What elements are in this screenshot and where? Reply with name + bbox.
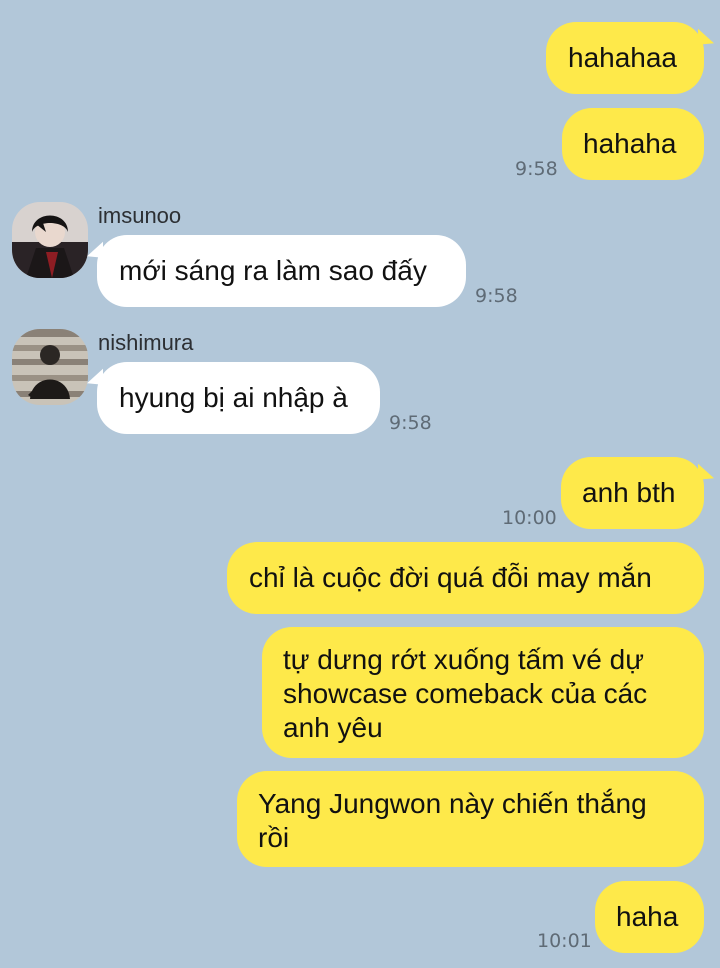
their-message-bubble[interactable]: hyung bị ai nhập à bbox=[97, 362, 380, 434]
sender-name: imsunoo bbox=[98, 203, 182, 228]
my-message-bubble[interactable]: chỉ là cuộc đời quá đỗi may mắn bbox=[227, 542, 704, 614]
message-timestamp: 9:58 bbox=[515, 158, 558, 180]
avatar[interactable] bbox=[12, 329, 88, 405]
my-message-bubble[interactable]: haha bbox=[595, 881, 704, 953]
my-message-bubble[interactable]: anh bth bbox=[561, 457, 704, 529]
my-message-bubble[interactable]: hahaha bbox=[562, 108, 704, 180]
their-message-bubble[interactable]: mới sáng ra làm sao đấy bbox=[97, 235, 466, 307]
message-timestamp: 10:01 bbox=[537, 930, 592, 952]
message-timestamp: 10:00 bbox=[502, 507, 557, 529]
sender-name: nishimura bbox=[98, 330, 194, 355]
user-photo-icon bbox=[12, 202, 88, 278]
avatar[interactable] bbox=[12, 202, 88, 278]
message-timestamp: 9:58 bbox=[475, 285, 518, 307]
user-photo-icon bbox=[12, 329, 88, 405]
my-message-bubble[interactable]: Yang Jungwon này chiến thắng rồi bbox=[237, 771, 704, 867]
my-message-bubble[interactable]: tự dưng rớt xuống tấm vé dự showcase com… bbox=[262, 627, 704, 758]
my-message-bubble[interactable]: hahahaa bbox=[546, 22, 704, 94]
message-timestamp: 9:58 bbox=[389, 412, 432, 434]
